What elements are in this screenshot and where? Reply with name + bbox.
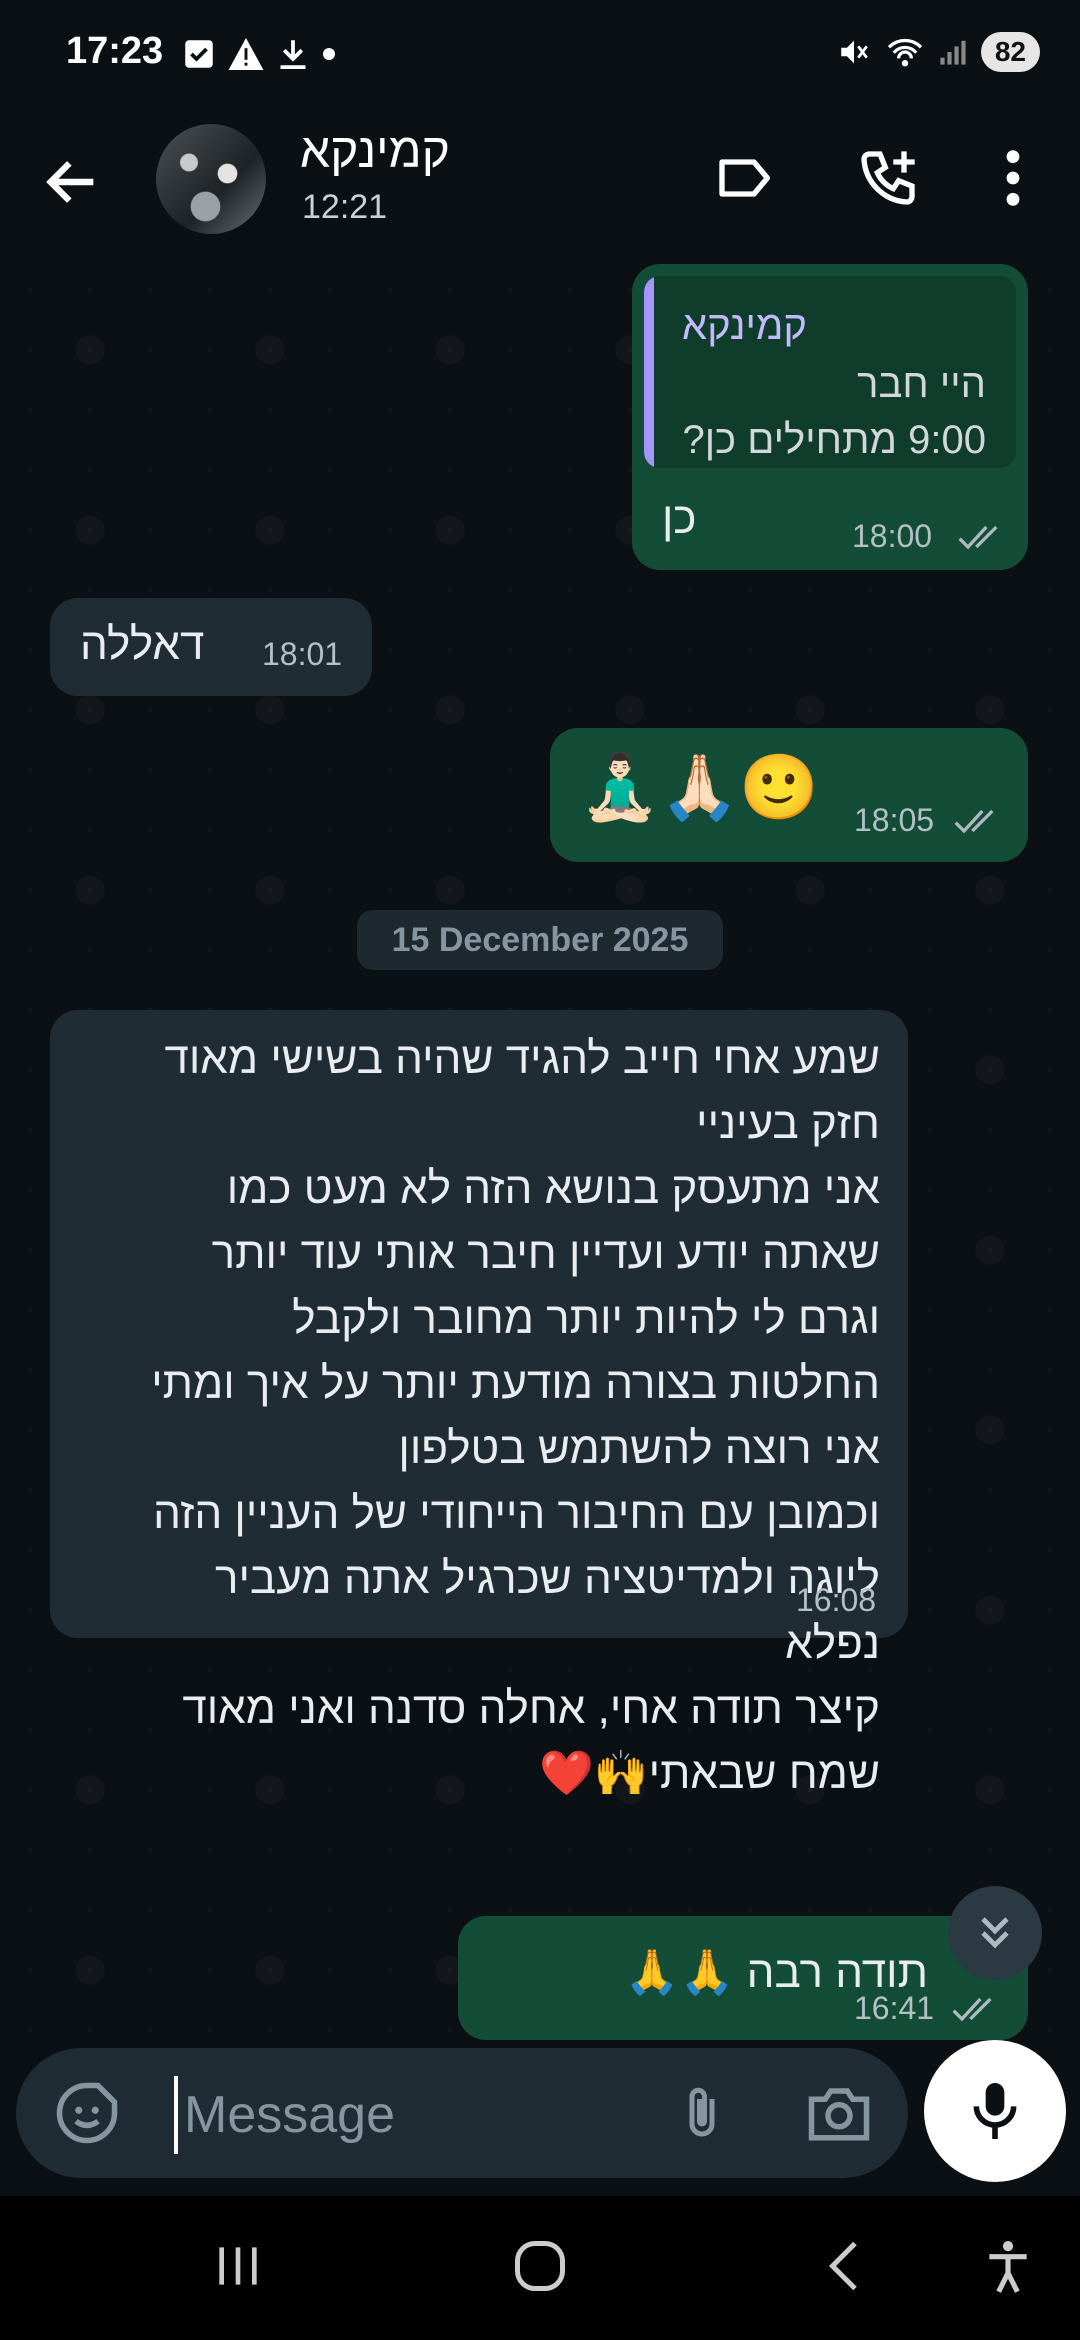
message-text-block: שמע אחי חייב להגיד שהיה בשישי מאוד חזק בע… — [60, 1026, 880, 1806]
message-bubble-incoming[interactable]: דאללה 18:01 — [50, 598, 372, 696]
paperclip-icon[interactable] — [672, 2082, 732, 2146]
home-icon[interactable] — [510, 2236, 570, 2296]
message-text-line: שמח שבאתי🙌❤️ — [539, 1749, 880, 1798]
message-time: 16:08 — [796, 1582, 877, 1618]
message-bubble-incoming[interactable]: שמע אחי חייב להגיד שהיה בשישי מאוד חזק בע… — [50, 1010, 908, 1798]
message-text-line: קיצר תודה אחי, אחלה סדנה ואני מאוד — [182, 1684, 880, 1733]
message-bubble-outgoing[interactable]: קמינקא היי חבר 9:00 מתחילים כן? כן 18:00 — [632, 264, 1028, 570]
download-icon — [280, 40, 306, 69]
status-right: 82 — [837, 32, 1040, 72]
message-time: 18:01 — [262, 636, 343, 672]
notification-icons — [184, 34, 336, 74]
system-nav-bar — [0, 2196, 1080, 2340]
more-vert-icon[interactable] — [996, 146, 1030, 210]
message-text-line: אני מתעסק בנושא הזה לא מעט כמו — [226, 1164, 880, 1213]
message-text-line: ליוגה ולמדיטציה שכרגיל אתה מעביר — [214, 1554, 880, 1603]
sticker-icon[interactable] — [54, 2080, 120, 2146]
chevron-double-down-icon — [981, 1917, 1009, 1949]
message-text-line: וגרם לי להיות יותר מחובר ולקבל — [292, 1294, 880, 1343]
message-text-line: נפלא — [785, 1619, 880, 1668]
quote-accent-bar — [644, 276, 654, 468]
message-list[interactable]: קמינקא היי חבר 9:00 מתחילים כן? כן 18:00… — [0, 260, 1080, 2040]
contact-name[interactable]: קמינקא — [300, 124, 450, 179]
message-text-line: חזק בעיניי — [696, 1099, 880, 1148]
message-input[interactable] — [174, 2076, 666, 2154]
mute-icon — [841, 40, 868, 64]
message-text: 🧘🏻‍♂️🙏🏻🙂 — [580, 751, 820, 823]
mic-button[interactable] — [924, 2040, 1066, 2182]
quoted-message[interactable]: קמינקא היי חבר 9:00 מתחילים כן? — [644, 276, 1016, 468]
date-separator: 15 December 2025 — [357, 910, 723, 970]
message-text: דאללה — [80, 620, 205, 669]
chat-header: קמינקא 12:21 — [0, 110, 1080, 260]
read-receipt-icon — [954, 809, 994, 834]
recent-apps-icon[interactable] — [210, 2236, 266, 2296]
quoted-text-line: 9:00 מתחילים כן? — [682, 418, 986, 462]
battery-level: 82 — [980, 32, 1040, 72]
back-nav-icon[interactable] — [820, 2236, 870, 2296]
checkbox-notification-icon — [185, 40, 213, 68]
read-receipt-icon — [958, 525, 998, 550]
contact-subtitle: 12:21 — [302, 188, 388, 226]
status-bar: 17:23 82 — [0, 0, 1080, 110]
status-time: 17:23 — [66, 30, 164, 72]
message-bubble-outgoing[interactable]: 🧘🏻‍♂️🙏🏻🙂 18:05 — [550, 728, 1028, 862]
dot-icon — [323, 48, 335, 60]
signal-icon — [940, 40, 966, 65]
wifi-icon — [887, 38, 922, 67]
message-text-line: שמע אחי חייב להגיד שהיה בשישי מאוד — [164, 1034, 880, 1083]
avatar[interactable] — [156, 124, 266, 234]
message-time: 18:00 — [852, 518, 933, 554]
read-receipt-icon — [952, 1997, 992, 2022]
message-text-line: החלטות בצורה מודעת יותר על איך ומתי — [151, 1359, 880, 1408]
camera-icon[interactable] — [806, 2082, 872, 2144]
composer — [16, 2048, 908, 2178]
quoted-text-line: היי חבר — [857, 362, 986, 406]
message-time: 16:41 — [854, 1990, 935, 2026]
label-icon[interactable] — [714, 146, 778, 210]
message-text-line: שאתה יודע ועדיין חיבר אותי עוד יותר — [211, 1229, 880, 1278]
quoted-author: קמינקא — [682, 304, 807, 348]
message-text: כן — [662, 494, 697, 543]
scroll-to-bottom-button[interactable] — [948, 1886, 1042, 1980]
mic-icon — [973, 2083, 1017, 2139]
message-bubble-outgoing[interactable]: תודה רבה 🙏🙏 16:41 — [458, 1916, 1028, 2040]
composer-bar — [0, 2040, 1080, 2195]
message-text-line: אני רוצה להשתמש בטלפון — [398, 1424, 880, 1473]
message-text-line: וכמובן עם החיבור הייחודי של העניין הזה — [153, 1489, 880, 1538]
accessibility-icon[interactable] — [980, 2236, 1036, 2296]
call-add-icon[interactable] — [856, 146, 920, 210]
arrow-left-icon[interactable] — [40, 150, 104, 214]
warning-icon — [228, 38, 264, 70]
message-time: 18:05 — [854, 802, 935, 838]
